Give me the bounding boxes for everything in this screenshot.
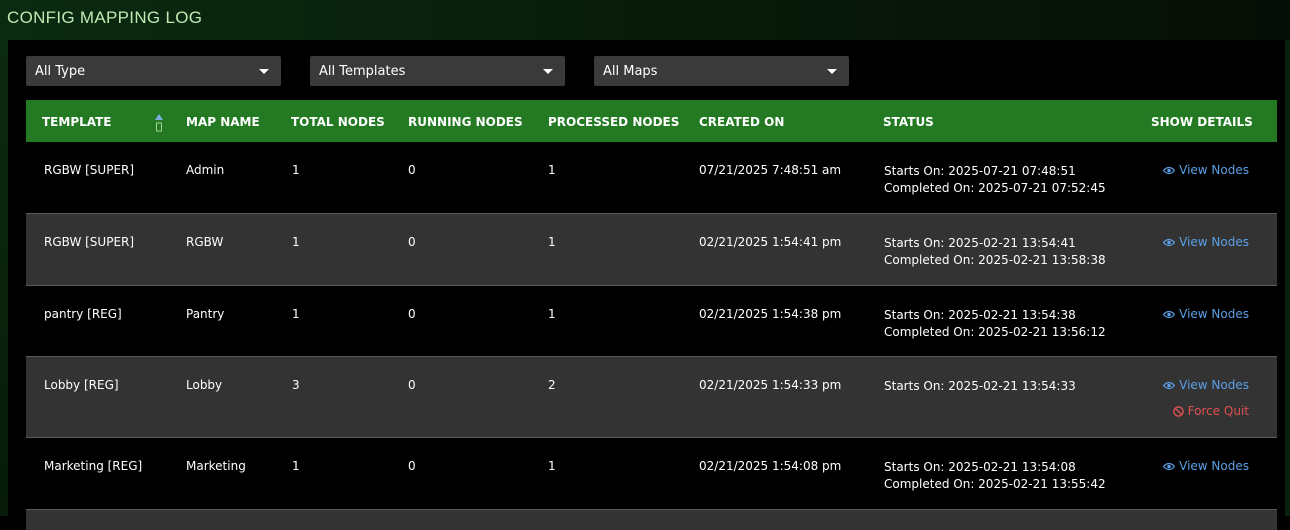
top-bar: CONFIG MAPPING LOG — [0, 0, 1290, 40]
cell-template: Marketing [REG] — [44, 459, 143, 473]
header-show-details: SHOW DETAILS — [1151, 115, 1253, 129]
header-created-on[interactable]: CREATED ON — [699, 115, 784, 129]
cell-created-on: 07/21/2025 7:48:51 am — [699, 163, 842, 177]
cell-running-nodes: 0 — [408, 163, 416, 177]
eye-icon — [1163, 310, 1176, 319]
cell-processed-nodes: 1 — [548, 163, 556, 177]
cell-total-nodes: 1 — [292, 235, 300, 249]
cell-created-on: 02/21/2025 1:54:38 pm — [699, 307, 842, 321]
header-running-nodes[interactable]: RUNNING NODES — [408, 115, 523, 129]
chevron-down-icon — [827, 68, 837, 74]
chevron-down-icon — [543, 68, 553, 74]
cell-processed-nodes: 1 — [548, 307, 556, 321]
force-quit-link[interactable]: Force Quit — [1172, 404, 1249, 418]
cell-total-nodes: 1 — [292, 459, 300, 473]
force-quit-label: Force Quit — [1187, 404, 1249, 418]
table-row — [26, 510, 1277, 530]
ban-icon — [1172, 406, 1184, 417]
templates-filter-value: All Templates — [319, 63, 406, 79]
status-completed: Completed On: 2025-07-21 07:52:45 — [884, 181, 1106, 195]
eye-icon — [1163, 238, 1176, 247]
table-header: TEMPLATE MAP NAME TOTAL NODES RUNNING NO… — [26, 100, 1277, 142]
cell-map-name: Pantry — [186, 307, 225, 321]
type-filter-value: All Type — [35, 63, 86, 79]
cell-created-on: 02/21/2025 1:54:08 pm — [699, 459, 842, 473]
cell-total-nodes: 1 — [292, 163, 300, 177]
header-total-nodes[interactable]: TOTAL NODES — [291, 115, 385, 129]
cell-template: RGBW [SUPER] — [44, 163, 135, 177]
chevron-down-icon — [259, 68, 269, 74]
type-filter-select[interactable]: All Type — [26, 56, 281, 86]
cell-template: pantry [REG] — [44, 307, 122, 321]
view-nodes-link[interactable]: View Nodes — [1163, 163, 1249, 177]
cell-map-name: Admin — [186, 163, 225, 177]
status-completed: Completed On: 2025-02-21 13:56:12 — [884, 325, 1106, 339]
mapping-log-table: TEMPLATE MAP NAME TOTAL NODES RUNNING NO… — [26, 100, 1277, 530]
header-processed-nodes[interactable]: PROCESSED NODES — [548, 115, 679, 129]
cell-created-on: 02/21/2025 1:54:33 pm — [699, 378, 842, 392]
cell-total-nodes: 1 — [292, 307, 300, 321]
cell-status: Starts On: 2025-02-21 13:54:33 — [884, 378, 1076, 395]
header-status[interactable]: STATUS — [883, 115, 934, 129]
cell-map-name: RGBW — [186, 235, 224, 249]
cell-running-nodes: 0 — [408, 378, 416, 392]
header-template[interactable]: TEMPLATE — [42, 115, 112, 129]
eye-icon — [1163, 381, 1176, 390]
status-completed: Completed On: 2025-02-21 13:55:42 — [884, 477, 1106, 491]
status-starts: Starts On: 2025-02-21 13:54:41 — [884, 236, 1076, 250]
table-row: RGBW [SUPER] RGBW 1 0 1 02/21/2025 1:54:… — [26, 214, 1277, 286]
cell-running-nodes: 0 — [408, 307, 416, 321]
cell-processed-nodes: 1 — [548, 459, 556, 473]
right-border — [1285, 40, 1290, 516]
status-starts: Starts On: 2025-07-21 07:48:51 — [884, 164, 1076, 178]
cell-status: Starts On: 2025-07-21 07:48:51 Completed… — [884, 163, 1106, 197]
eye-icon — [1163, 462, 1176, 471]
view-nodes-link[interactable]: View Nodes — [1163, 307, 1249, 321]
view-nodes-link[interactable]: View Nodes — [1163, 378, 1249, 392]
view-nodes-label: View Nodes — [1179, 235, 1249, 249]
cell-map-name: Lobby — [186, 378, 223, 392]
filter-bar: All Type All Templates All Maps — [0, 56, 1290, 86]
cell-processed-nodes: 2 — [548, 378, 556, 392]
cell-total-nodes: 3 — [292, 378, 300, 392]
view-nodes-link[interactable]: View Nodes — [1163, 235, 1249, 249]
left-border — [0, 40, 8, 516]
view-nodes-label: View Nodes — [1179, 163, 1249, 177]
cell-template: RGBW [SUPER] — [44, 235, 135, 249]
table-row: Marketing [REG] Marketing 1 0 1 02/21/20… — [26, 438, 1277, 510]
templates-filter-select[interactable]: All Templates — [310, 56, 565, 86]
maps-filter-value: All Maps — [603, 63, 658, 79]
page-title: CONFIG MAPPING LOG — [7, 8, 203, 27]
status-starts: Starts On: 2025-02-21 13:54:38 — [884, 308, 1076, 322]
cell-status: Starts On: 2025-02-21 13:54:08 Completed… — [884, 459, 1106, 493]
view-nodes-label: View Nodes — [1179, 307, 1249, 321]
sort-icon[interactable] — [155, 114, 163, 132]
header-map-name[interactable]: MAP NAME — [186, 115, 260, 129]
cell-status: Starts On: 2025-02-21 13:54:38 Completed… — [884, 307, 1106, 341]
table-row: pantry [REG] Pantry 1 0 1 02/21/2025 1:5… — [26, 286, 1277, 357]
status-starts: Starts On: 2025-02-21 13:54:08 — [884, 460, 1076, 474]
cell-template: Lobby [REG] — [44, 378, 119, 392]
cell-processed-nodes: 1 — [548, 235, 556, 249]
table-row: Lobby [REG] Lobby 3 0 2 02/21/2025 1:54:… — [26, 357, 1277, 438]
view-nodes-link[interactable]: View Nodes — [1163, 459, 1249, 473]
cell-running-nodes: 0 — [408, 235, 416, 249]
cell-status: Starts On: 2025-02-21 13:54:41 Completed… — [884, 235, 1106, 269]
table-row: RGBW [SUPER] Admin 1 0 1 07/21/2025 7:48… — [26, 142, 1277, 214]
view-nodes-label: View Nodes — [1179, 459, 1249, 473]
status-completed: Completed On: 2025-02-21 13:58:38 — [884, 253, 1106, 267]
eye-icon — [1163, 166, 1176, 175]
view-nodes-label: View Nodes — [1179, 378, 1249, 392]
cell-running-nodes: 0 — [408, 459, 416, 473]
maps-filter-select[interactable]: All Maps — [594, 56, 849, 86]
cell-map-name: Marketing — [186, 459, 246, 473]
cell-created-on: 02/21/2025 1:54:41 pm — [699, 235, 842, 249]
status-starts: Starts On: 2025-02-21 13:54:33 — [884, 379, 1076, 393]
